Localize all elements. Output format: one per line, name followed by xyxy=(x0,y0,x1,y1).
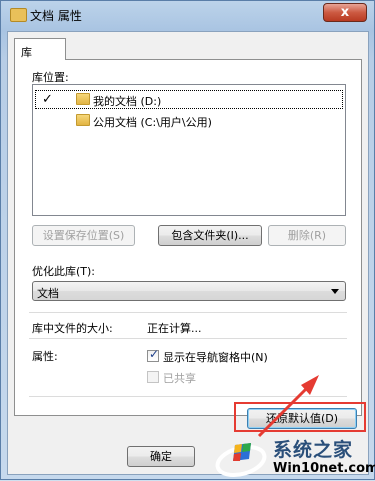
list-item[interactable]: ✓ 我的文档 (D:) xyxy=(35,90,343,109)
watermark-url: Win10net.com xyxy=(273,461,375,476)
attributes-label: 属性: xyxy=(32,350,58,363)
divider xyxy=(29,312,347,313)
folder-icon xyxy=(76,93,90,105)
divider xyxy=(29,396,347,397)
properties-window: 文档 属性 x 库 库位置: ✓ 我的文档 (D:) 公用文档 (C:\用户\公… xyxy=(0,0,375,480)
optimize-select-value: 文档 xyxy=(37,287,59,300)
chevron-down-icon xyxy=(331,289,339,294)
set-save-location-button[interactable]: 设置保存位置(S) xyxy=(32,225,135,246)
watermark: 系统之家 Win10net.com xyxy=(209,431,375,481)
folder-icon xyxy=(76,114,90,126)
show-in-nav-checkbox[interactable]: ✓ xyxy=(147,347,160,362)
include-folder-button[interactable]: 包含文件夹(I)... xyxy=(158,225,262,246)
shared-checkbox[interactable] xyxy=(147,371,159,383)
folder-icon xyxy=(10,8,27,22)
tab-library[interactable]: 库 xyxy=(14,38,66,60)
window-title: 文档 属性 xyxy=(30,9,82,23)
library-size-label: 库中文件的大小: xyxy=(32,322,113,335)
watermark-title: 系统之家 xyxy=(273,439,354,461)
library-size-value: 正在计算... xyxy=(147,322,202,335)
list-item-label: 公用文档 (C:\用户\公用) xyxy=(93,116,212,129)
remove-button[interactable]: 删除(R) xyxy=(268,225,346,246)
ok-button[interactable]: 确定 xyxy=(127,446,195,467)
list-item-label: 我的文档 (D:) xyxy=(93,95,162,108)
default-check-icon: ✓ xyxy=(42,92,53,107)
shared-label: 已共享 xyxy=(163,372,196,385)
library-locations-label: 库位置: xyxy=(32,71,69,84)
list-item[interactable]: 公用文档 (C:\用户\公用) xyxy=(35,111,343,130)
annotation-highlight-box xyxy=(234,402,366,432)
show-in-nav-label[interactable]: 显示在导航窗格中(N) xyxy=(163,349,268,365)
optimize-select[interactable]: 文档 xyxy=(32,281,346,301)
checkmark-icon: ✓ xyxy=(149,347,160,361)
library-locations-list[interactable]: ✓ 我的文档 (D:) 公用文档 (C:\用户\公用) xyxy=(32,84,346,216)
divider xyxy=(29,338,347,339)
close-button[interactable]: x xyxy=(323,3,367,22)
title-bar[interactable]: 文档 属性 x xyxy=(1,1,374,29)
optimize-label: 优化此库(T): xyxy=(32,265,96,278)
watermark-logo-icon xyxy=(215,443,267,478)
